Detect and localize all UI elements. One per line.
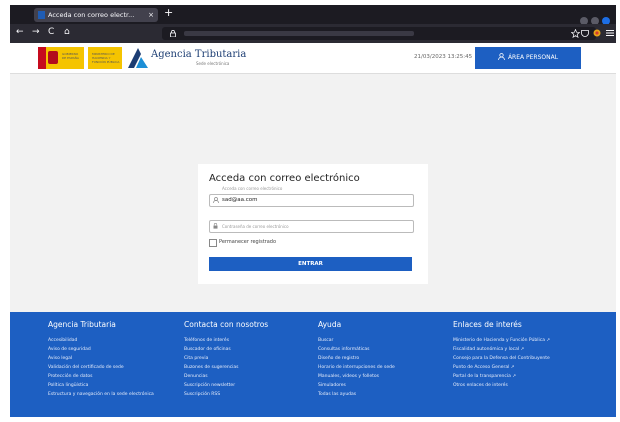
url-text-redacted <box>184 31 414 36</box>
footer-link[interactable]: Buscador de oficinas <box>184 345 268 354</box>
footer-column-title: Contacta con nosotros <box>184 320 269 329</box>
browser-window: Acceda con correo electr... × + ← → C ⌂ … <box>10 5 616 417</box>
url-bar[interactable] <box>162 27 596 40</box>
footer-link[interactable]: Consultas informáticas <box>318 345 395 354</box>
area-personal-button[interactable]: ÁREA PERSONAL <box>475 47 581 69</box>
footer-link[interactable]: Horario de interrupciones de sede <box>318 363 395 372</box>
coat-of-arms-icon <box>48 51 58 64</box>
tab-bar: Acceda con correo electr... × + <box>10 5 616 25</box>
agencia-logo-icon[interactable] <box>128 48 148 68</box>
lock-icon <box>213 223 218 229</box>
ministry-text-2: DE ESPAÑA <box>62 56 79 60</box>
footer-link[interactable]: Buscar <box>318 336 395 345</box>
footer-column: Agencia Tributaria Accesibilidad Aviso d… <box>48 320 154 399</box>
footer-link[interactable]: Teléfonos de interés <box>184 336 268 345</box>
footer-link[interactable]: Estructura y navegación en la sede elect… <box>48 390 154 399</box>
footer-link[interactable]: Suscripción RSS <box>184 390 268 399</box>
footer-column-title: Agencia Tributaria <box>48 320 116 329</box>
password-placeholder: Contraseña de correo electrónico <box>222 224 289 229</box>
footer-column-title: Ayuda <box>318 320 342 329</box>
email-value: sad@aa.com <box>222 197 258 203</box>
navigation-bar: ← → C ⌂ <box>10 24 616 43</box>
footer-column: Contacta con nosotros Teléfonos de inter… <box>184 320 268 399</box>
submit-button[interactable]: ENTRAR <box>209 257 412 271</box>
footer-link[interactable]: Manuales, vídeos y folletos <box>318 372 395 381</box>
login-title: Acceda con correo electrónico <box>209 173 360 184</box>
footer-link[interactable]: Todas las ayudas <box>318 390 395 399</box>
site-header: GOBIERNO DE ESPAÑA MINISTERIO DE HACIENDA… <box>10 43 616 74</box>
footer-link[interactable]: Aviso de seguridad <box>48 345 154 354</box>
footer-link[interactable]: Otros enlaces de interés <box>453 381 550 390</box>
footer-column: Ayuda Buscar Consultas informáticas Dise… <box>318 320 395 399</box>
footer-link[interactable]: Buzones de sugerencias <box>184 363 268 372</box>
footer-link[interactable]: Política lingüística <box>48 381 154 390</box>
footer-column: Enlaces de interés Ministerio de Haciend… <box>453 320 550 390</box>
footer-link[interactable]: Aviso legal <box>48 354 154 363</box>
bookmark-star-icon[interactable] <box>571 29 580 38</box>
footer-link[interactable]: Accesibilidad <box>48 336 154 345</box>
footer-column-title: Enlaces de interés <box>453 320 522 329</box>
page-content: GOBIERNO DE ESPAÑA MINISTERIO DE HACIENDA… <box>10 43 616 417</box>
site-footer: Agencia Tributaria Accesibilidad Aviso d… <box>10 312 616 417</box>
footer-link[interactable]: Simuladores <box>318 381 395 390</box>
ministry-logo: MINISTERIO DE HACIENDA Y FUNCIÓN PÚBLICA <box>88 47 122 69</box>
favicon-icon <box>38 11 45 19</box>
footer-link[interactable]: Punto de Acceso General ↗ <box>453 363 550 372</box>
user-icon <box>213 197 219 203</box>
tab-title: Acceda con correo electr... <box>48 11 135 19</box>
email-float-label: Acceda con correo electrónico <box>222 186 283 191</box>
footer-link[interactable]: Consejo para la Defensa del Contribuyent… <box>453 354 550 363</box>
new-tab-button[interactable]: + <box>164 6 173 19</box>
area-personal-label: ÁREA PERSONAL <box>507 54 559 61</box>
user-icon <box>498 53 505 61</box>
current-datetime: 21/03/2023 13:25:45 <box>414 54 473 60</box>
tab-close-icon[interactable]: × <box>148 8 154 22</box>
footer-link[interactable]: Portal de la transparencia ↗ <box>453 372 550 381</box>
footer-link[interactable]: Ministerio de Hacienda y Función Pública… <box>453 336 550 345</box>
reload-icon[interactable]: C <box>48 27 54 37</box>
pocket-icon[interactable] <box>581 30 589 37</box>
login-card: Acceda con correo electrónico Acceda con… <box>198 164 428 284</box>
back-icon[interactable]: ← <box>16 27 24 37</box>
lock-icon <box>170 30 176 37</box>
footer-link[interactable]: Validación del certificado de sede <box>48 363 154 372</box>
footer-link[interactable]: Cita previa <box>184 354 268 363</box>
password-field[interactable]: Contraseña de correo electrónico <box>209 220 414 233</box>
extension-icon[interactable] <box>593 29 601 37</box>
government-logo: GOBIERNO DE ESPAÑA <box>38 47 84 69</box>
remember-label: Permanecer registrado <box>219 239 277 245</box>
home-icon[interactable]: ⌂ <box>64 27 70 37</box>
ministry-text-3: MINISTERIO DE HACIENDA Y FUNCIÓN PÚBLICA <box>92 52 120 64</box>
footer-link[interactable]: Diseño de registro <box>318 354 395 363</box>
footer-link[interactable]: Suscripción newsletter <box>184 381 268 390</box>
browser-tab[interactable]: Acceda con correo electr... × <box>34 8 158 22</box>
menu-icon[interactable] <box>606 29 614 37</box>
footer-link[interactable]: Denuncias <box>184 372 268 381</box>
forward-icon[interactable]: → <box>32 27 40 37</box>
remember-checkbox[interactable] <box>209 239 217 247</box>
brand-name[interactable]: Agencia Tributaria <box>151 49 246 60</box>
email-field[interactable]: sad@aa.com <box>209 194 414 207</box>
footer-link[interactable]: Protección de datos <box>48 372 154 381</box>
brand-subtitle: Sede electrónica <box>196 61 230 66</box>
footer-link[interactable]: Fiscalidad autonómica y local ↗ <box>453 345 550 354</box>
